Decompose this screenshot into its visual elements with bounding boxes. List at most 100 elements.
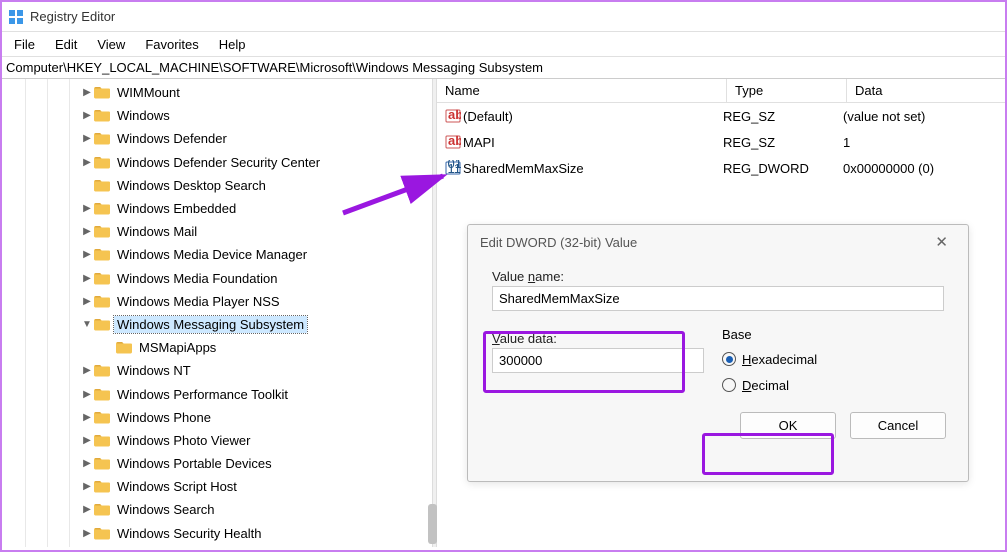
svg-text:ab: ab bbox=[448, 108, 461, 122]
radio-icon bbox=[722, 378, 736, 392]
reg-sz-icon: ab bbox=[443, 134, 463, 150]
radio-decimal[interactable]: Decimal bbox=[722, 372, 944, 398]
tree-item[interactable]: ▶Windows Mail bbox=[80, 220, 432, 243]
folder-icon bbox=[94, 388, 110, 401]
menu-favorites[interactable]: Favorites bbox=[135, 35, 208, 54]
tree-item[interactable]: ▶Windows Security Health bbox=[80, 522, 432, 545]
tree-item-label: Windows Script Host bbox=[114, 478, 240, 495]
tree-item-label: Windows Defender Security Center bbox=[114, 154, 323, 171]
tree-item[interactable]: ▶Windows Portable Devices bbox=[80, 452, 432, 475]
tree-item[interactable]: MSMapiApps bbox=[102, 336, 432, 359]
folder-icon bbox=[94, 527, 110, 540]
address-bar bbox=[2, 56, 1005, 79]
folder-icon bbox=[94, 434, 110, 447]
menu-file[interactable]: File bbox=[4, 35, 45, 54]
folder-icon bbox=[94, 86, 110, 99]
tree-item[interactable]: ▶Windows Media Foundation bbox=[80, 267, 432, 290]
tree-item[interactable]: ▶ Windows Photo Viewer bbox=[80, 429, 432, 452]
tree-item-label: Windows Media Device Manager bbox=[114, 246, 310, 263]
tree-item-label: Windows Photo Viewer bbox=[114, 432, 253, 449]
value-data: 0x00000000 (0) bbox=[843, 161, 1005, 176]
value-name: SharedMemMaxSize bbox=[463, 161, 723, 176]
chevron-icon: ▶ bbox=[80, 249, 94, 260]
svg-text:110: 110 bbox=[448, 161, 462, 176]
folder-icon bbox=[94, 364, 110, 377]
chevron-icon: ▶ bbox=[80, 133, 94, 144]
tree-item[interactable]: ▶ Windows Embedded bbox=[80, 197, 432, 220]
value-row[interactable]: abMAPIREG_SZ1 bbox=[437, 129, 1005, 155]
folder-icon bbox=[94, 132, 110, 145]
close-icon[interactable]: ✕ bbox=[927, 231, 956, 253]
menu-view[interactable]: View bbox=[87, 35, 135, 54]
menu-help[interactable]: Help bbox=[209, 35, 256, 54]
value-data: (value not set) bbox=[843, 109, 1005, 124]
tree-item-label: Windows Defender bbox=[114, 130, 230, 147]
value-data-field[interactable] bbox=[492, 348, 704, 373]
tree-item[interactable]: ▶Windows Performance Toolkit bbox=[80, 382, 432, 405]
tree-item[interactable]: ▶Windows Media Player NSS bbox=[80, 290, 432, 313]
folder-icon bbox=[94, 156, 110, 169]
tree-item[interactable]: ▶ Windows Script Host bbox=[80, 475, 432, 498]
menu-edit[interactable]: Edit bbox=[45, 35, 87, 54]
tree-item-label: MSMapiApps bbox=[136, 339, 219, 356]
folder-icon bbox=[116, 341, 132, 354]
folder-icon bbox=[94, 457, 110, 470]
folder-icon bbox=[94, 202, 110, 215]
tree-item-label: Windows Embedded bbox=[114, 200, 239, 217]
col-data[interactable]: Data bbox=[847, 79, 1005, 102]
cancel-button[interactable]: Cancel bbox=[850, 412, 946, 439]
chevron-icon: ▶ bbox=[80, 481, 94, 492]
chevron-icon: ▶ bbox=[80, 87, 94, 98]
tree-item[interactable]: ▶WIMMount bbox=[80, 81, 432, 104]
titlebar: Registry Editor bbox=[2, 2, 1005, 32]
tree-item[interactable]: ▼Windows Messaging Subsystem bbox=[80, 313, 432, 336]
value-type: REG_DWORD bbox=[723, 161, 843, 176]
radio-icon bbox=[722, 352, 736, 366]
reg-dword-icon: 011110 bbox=[443, 160, 463, 176]
value-type: REG_SZ bbox=[723, 135, 843, 150]
tree-item-label: Windows bbox=[114, 107, 173, 124]
tree-item[interactable]: ▶ Windows bbox=[80, 104, 432, 127]
tree-item[interactable]: ▶ Windows Media Device Manager bbox=[80, 243, 432, 266]
tree-item[interactable]: Windows Desktop Search bbox=[80, 174, 432, 197]
col-name[interactable]: Name bbox=[437, 79, 727, 102]
folder-icon bbox=[94, 248, 110, 261]
folder-icon bbox=[94, 225, 110, 238]
chevron-icon: ▶ bbox=[80, 110, 94, 121]
tree-item[interactable]: ▶Windows NT bbox=[80, 359, 432, 382]
folder-icon bbox=[94, 109, 110, 122]
radio-hexadecimal[interactable]: Hexadecimal bbox=[722, 346, 944, 372]
ok-button[interactable]: OK bbox=[740, 412, 836, 439]
chevron-icon: ▶ bbox=[80, 296, 94, 307]
value-row[interactable]: 011110SharedMemMaxSizeREG_DWORD0x0000000… bbox=[437, 155, 1005, 181]
value-name: MAPI bbox=[463, 135, 723, 150]
tree-item-label: Windows Media Foundation bbox=[114, 270, 280, 287]
column-headers: Name Type Data bbox=[437, 79, 1005, 103]
chevron-icon: ▶ bbox=[80, 203, 94, 214]
col-type[interactable]: Type bbox=[727, 79, 847, 102]
value-name-field[interactable] bbox=[492, 286, 944, 311]
tree-item-label: Windows Search bbox=[114, 501, 218, 518]
app-title: Registry Editor bbox=[30, 9, 115, 24]
tree-item-label: Windows Performance Toolkit bbox=[114, 386, 291, 403]
tree-item[interactable]: Windows10Upgrader bbox=[80, 545, 432, 547]
address-input[interactable] bbox=[6, 60, 1001, 75]
tree-scrollbar-thumb[interactable] bbox=[428, 504, 437, 544]
tree-item[interactable]: ▶ Windows Defender bbox=[80, 127, 432, 150]
chevron-icon: ▶ bbox=[80, 365, 94, 376]
folder-icon bbox=[94, 411, 110, 424]
base-label: Base bbox=[722, 327, 944, 342]
tree-item-label: Windows Portable Devices bbox=[114, 455, 275, 472]
tree-item[interactable]: ▶Windows Search bbox=[80, 498, 432, 521]
folder-icon bbox=[94, 318, 110, 331]
tree-item[interactable]: ▶Windows Phone bbox=[80, 406, 432, 429]
tree-item[interactable]: ▶ Windows Defender Security Center bbox=[80, 151, 432, 174]
value-data: 1 bbox=[843, 135, 1005, 150]
chevron-icon: ▶ bbox=[80, 435, 94, 446]
value-row[interactable]: ab(Default)REG_SZ(value not set) bbox=[437, 103, 1005, 129]
chevron-icon: ▶ bbox=[80, 226, 94, 237]
chevron-icon: ▶ bbox=[80, 157, 94, 168]
folder-icon bbox=[94, 179, 110, 192]
tree-item-label: Windows Messaging Subsystem bbox=[114, 316, 307, 333]
edit-dword-dialog: Edit DWORD (32-bit) Value ✕ Value name: … bbox=[467, 224, 969, 482]
